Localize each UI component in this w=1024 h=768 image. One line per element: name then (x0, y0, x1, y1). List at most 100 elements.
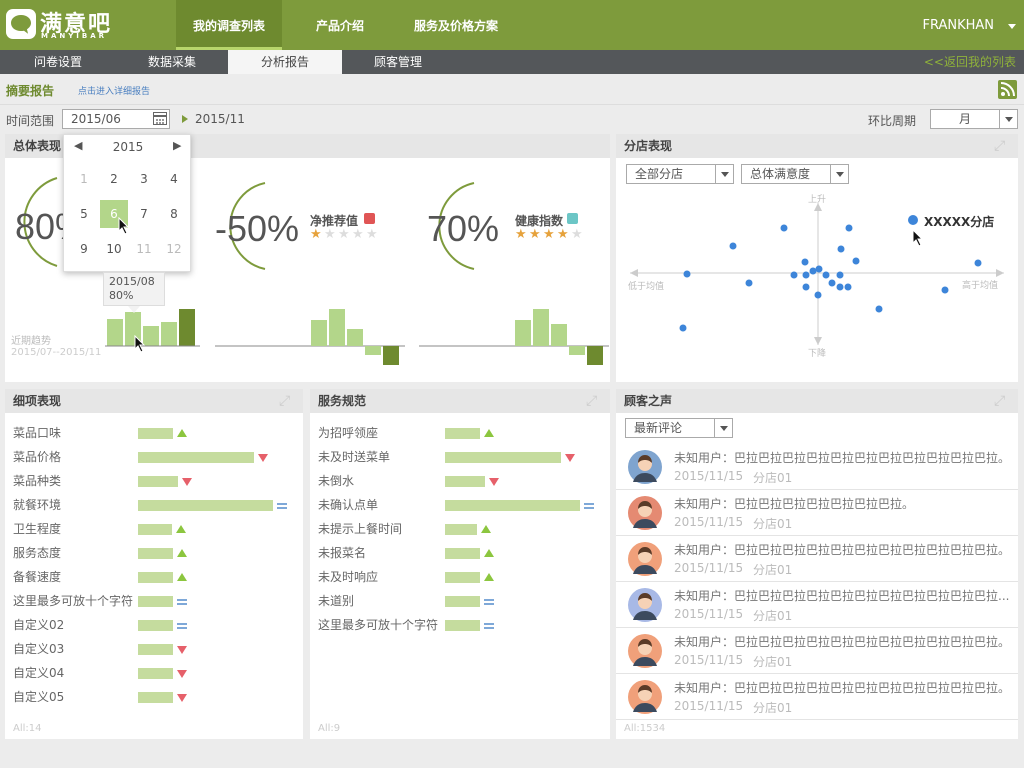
scatter-point (814, 291, 822, 299)
trend-up-icon (177, 549, 187, 557)
comment-item[interactable]: 未知用户：巴拉巴拉巴拉巴拉巴拉巴拉巴拉巴拉巴拉巴拉巴拉。 2015/11/15 分店… (616, 628, 1018, 674)
comment-item[interactable]: 未知用户：巴拉巴拉巴拉巴拉巴拉巴拉巴拉巴拉巴拉巴拉巴拉。 2015/11/15 分店… (616, 674, 1018, 720)
trend-flat-icon (584, 503, 594, 509)
service-bar (445, 428, 480, 439)
service-row-label: 为招呼领座 (318, 426, 379, 440)
mouse-cursor-icon (118, 217, 130, 235)
user-avatar-icon (628, 680, 662, 714)
month-cell[interactable]: 5 (70, 200, 98, 228)
trend-bar (179, 309, 195, 346)
trend-bar (107, 319, 123, 346)
detail-row-label: 备餐速度 (13, 570, 62, 584)
trend-up-icon (484, 573, 494, 581)
calendar-icon[interactable] (153, 112, 167, 125)
metric-select[interactable]: 总体满意度 (741, 164, 849, 184)
health-stars: ★ ★ ★ ★ ★ (515, 227, 605, 242)
comment-item[interactable]: 未知用户：巴拉巴拉巴拉巴拉巴拉巴拉巴拉巴拉巴拉巴拉巴拉。 2015/11/15 分店… (616, 536, 1018, 582)
comment-shop: 分店01 (753, 517, 793, 531)
comment-date: 2015/11/15 (674, 699, 744, 713)
axis-right-label: 高于均值 (962, 281, 999, 291)
nav-product-intro[interactable]: 产品介绍 (300, 0, 380, 50)
nav-survey-list[interactable]: 我的调查列表 (176, 0, 282, 50)
detail-row-label: 菜品种类 (13, 474, 62, 488)
axis-left-label: 低于均值 (628, 282, 665, 292)
tab-survey-settings[interactable]: 问卷设置 (4, 50, 112, 74)
comment-text: 未知用户：巴拉巴拉巴拉巴拉巴拉巴拉巴拉巴拉巴拉巴拉巴拉。 (674, 543, 1011, 557)
scatter-point (809, 267, 817, 275)
month-cell[interactable]: 8 (160, 200, 188, 228)
month-cell[interactable]: 1 (70, 165, 98, 193)
trend-up-icon (176, 525, 186, 533)
trend-flat-icon (177, 623, 187, 629)
voice-panel: 顾客之声 ⤢ 最新评论 未知用户：巴拉巴拉巴拉巴拉巴拉巴拉巴拉巴拉巴拉巴拉巴拉。… (616, 389, 1018, 739)
detail-panel-title: 细项表现 (5, 389, 303, 413)
trend-flat-icon (484, 623, 494, 629)
service-bar (445, 476, 485, 487)
comment-item[interactable]: 未知用户：巴拉巴拉巴拉巴拉巴拉巴拉巴拉。 2015/11/15 分店01 (616, 490, 1018, 536)
expand-icon[interactable]: ⤢ (994, 138, 1010, 154)
tab-customer-management[interactable]: 顾客管理 (346, 50, 450, 74)
logo-subtitle: MANYIBAR (41, 32, 108, 40)
month-cell[interactable]: 9 (70, 235, 98, 263)
scatter-point (683, 270, 691, 278)
month-cell[interactable]: 11 (130, 235, 158, 263)
detail-row-label: 自定义05 (13, 690, 65, 704)
scatter-point (802, 271, 810, 279)
detail-row-label: 就餐环境 (13, 498, 62, 512)
scatter-point (745, 279, 753, 287)
comment-filter-select[interactable]: 最新评论 (625, 418, 733, 438)
divider (0, 104, 1024, 105)
scatter-point (836, 283, 844, 291)
metric-value: 总体满意度 (750, 167, 811, 181)
rss-icon[interactable] (998, 80, 1017, 99)
trend-down-icon (177, 670, 187, 678)
month-cell[interactable]: 4 (160, 165, 188, 193)
month-cell[interactable]: 3 (130, 165, 158, 193)
service-row-label: 未报菜名 (318, 546, 367, 560)
comment-item[interactable]: 未知用户：巴拉巴拉巴拉巴拉巴拉巴拉巴拉巴拉巴拉巴拉巴拉... 2015/11/15… (616, 582, 1018, 628)
comment-text: 未知用户：巴拉巴拉巴拉巴拉巴拉巴拉巴拉巴拉巴拉巴拉巴拉。 (674, 635, 1011, 649)
trend-up-icon (481, 525, 491, 533)
month-cell[interactable]: 12 (160, 235, 188, 263)
next-year-icon[interactable]: ▶ (173, 139, 181, 152)
comment-item[interactable]: 未知用户：巴拉巴拉巴拉巴拉巴拉巴拉巴拉巴拉巴拉巴拉巴拉。 2015/11/15 分店… (616, 444, 1018, 490)
period-label: 环比周期 (868, 114, 917, 128)
month-cell[interactable]: 10 (100, 235, 128, 263)
service-bar (445, 572, 480, 583)
back-to-list-link[interactable]: <<返回我的列表 (924, 50, 1016, 74)
chevron-down-icon[interactable] (715, 165, 733, 183)
expand-icon[interactable]: ⤢ (994, 393, 1010, 409)
detail-row-label: 这里最多可放十个字符 (13, 594, 134, 608)
axis-up-label: 上升 (808, 195, 827, 205)
tab-analysis-report[interactable]: 分析报告 (228, 50, 342, 74)
trend-up-icon (177, 573, 187, 581)
period-select[interactable]: 月 (930, 109, 1018, 129)
user-menu[interactable]: FRANKHAN (922, 18, 994, 33)
chevron-down-icon[interactable] (714, 419, 732, 437)
month-cell[interactable]: 7 (130, 200, 158, 228)
tooltip-date: 2015/08 (109, 275, 155, 288)
branch-panel-title: 分店表现 (616, 134, 1018, 158)
trend-down-icon (177, 694, 187, 702)
chevron-down-icon[interactable] (999, 110, 1017, 128)
star-icon: ★ (338, 227, 350, 242)
trend-chart-health (419, 309, 609, 365)
chevron-down-icon[interactable] (830, 165, 848, 183)
trend-label: 近期趋势 (11, 336, 51, 347)
trend-bar (161, 322, 177, 346)
logo-icon[interactable] (6, 9, 36, 39)
chevron-down-icon[interactable] (1008, 24, 1016, 29)
nav-pricing[interactable]: 服务及价格方案 (398, 0, 514, 50)
branch-filter-select[interactable]: 全部分店 (626, 164, 734, 184)
tab-data-collection[interactable]: 数据采集 (118, 50, 226, 74)
detail-report-link[interactable]: 点击进入详细报告 (78, 84, 150, 97)
expand-icon[interactable]: ⤢ (586, 393, 602, 409)
trend-up-icon (177, 429, 187, 437)
expand-icon[interactable]: ⤢ (279, 393, 295, 409)
month-cell[interactable]: 2 (100, 165, 128, 193)
star-icon: ★ (529, 227, 541, 242)
scatter-point (908, 215, 918, 225)
time-range-picker[interactable]: 2015/06 (62, 109, 170, 129)
comment-shop: 分店01 (753, 655, 793, 669)
star-icon: ★ (324, 227, 336, 242)
